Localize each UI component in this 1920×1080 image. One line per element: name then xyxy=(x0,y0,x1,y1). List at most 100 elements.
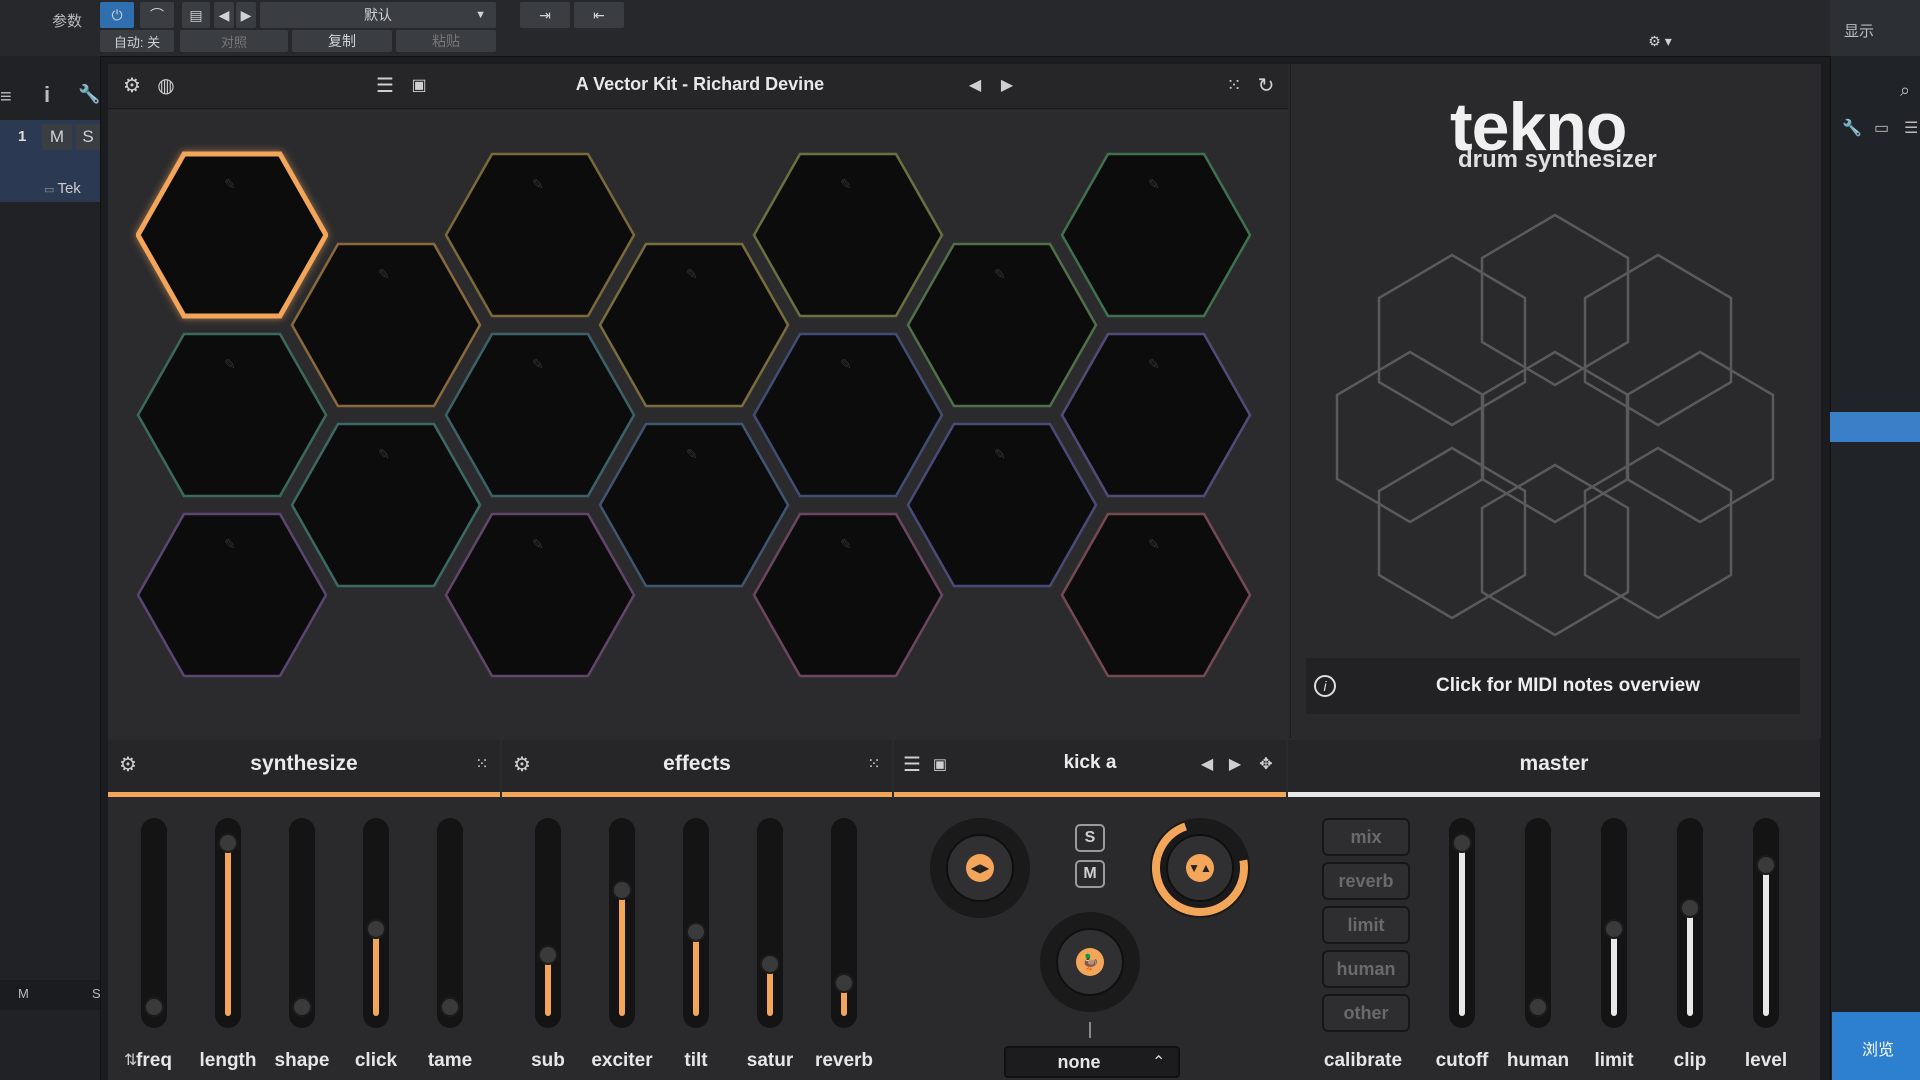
slider-handle[interactable] xyxy=(1680,898,1700,919)
pencil-icon[interactable]: ✎ xyxy=(378,446,390,463)
pad-mute-button[interactable]: M xyxy=(1075,860,1105,888)
drum-pad[interactable]: ✎ xyxy=(1060,330,1252,500)
list-icon[interactable]: ≡ xyxy=(0,86,12,109)
bottom-solo-label[interactable]: S xyxy=(92,986,101,1001)
master-toggle-mix[interactable]: mix xyxy=(1322,818,1410,856)
slider-length[interactable] xyxy=(215,818,241,1028)
drum-pad[interactable]: ✎ xyxy=(136,510,328,680)
pad-move-icon[interactable]: ✥ xyxy=(1254,750,1278,778)
next-preset-arrow-icon[interactable]: ▶ xyxy=(994,70,1020,100)
tools-icon[interactable]: 🔧 xyxy=(1842,118,1862,138)
slider-reverb[interactable] xyxy=(831,818,857,1028)
preset-list-icon[interactable]: ▤ xyxy=(182,2,210,28)
slider-tilt[interactable] xyxy=(683,818,709,1028)
slider-handle[interactable] xyxy=(538,944,558,965)
slider-clip[interactable] xyxy=(1677,818,1703,1028)
slider-handle[interactable] xyxy=(144,996,164,1017)
pencil-icon[interactable]: ✎ xyxy=(1148,176,1160,193)
pencil-icon[interactable]: ✎ xyxy=(840,176,852,193)
slider-handle[interactable] xyxy=(366,918,386,939)
copy-button[interactable]: 复制 xyxy=(292,30,392,52)
slider-handle[interactable] xyxy=(440,996,460,1017)
slider-handle[interactable] xyxy=(1604,918,1624,939)
prev-preset-arrow-icon[interactable]: ◀ xyxy=(962,70,988,100)
wrench-icon[interactable]: 🔧 xyxy=(78,84,100,105)
automation-icon[interactable]: ⌒ xyxy=(140,2,174,28)
master-toggle-reverb[interactable]: reverb xyxy=(1322,862,1410,900)
slider-handle[interactable] xyxy=(834,972,854,993)
browser-selected-row[interactable] xyxy=(1830,412,1920,442)
pencil-icon[interactable]: ✎ xyxy=(840,356,852,373)
drum-pad[interactable]: ✎ xyxy=(1060,510,1252,680)
pad-menu-icon[interactable]: ☰ xyxy=(900,750,924,778)
velocity-knob[interactable]: 🦆 xyxy=(1040,912,1140,1012)
slider-handle[interactable] xyxy=(1452,833,1472,854)
prev-preset-icon[interactable]: ◀ xyxy=(214,2,234,28)
pencil-icon[interactable]: ✎ xyxy=(532,176,544,193)
window-icon[interactable]: ▭ xyxy=(1874,118,1889,138)
pencil-icon[interactable]: ✎ xyxy=(532,536,544,553)
power-button[interactable]: ⏻ xyxy=(100,2,134,28)
pencil-icon[interactable]: ✎ xyxy=(994,266,1006,283)
menu-icon[interactable]: ☰ xyxy=(1904,118,1918,138)
slider-level[interactable] xyxy=(1753,818,1779,1028)
pencil-icon[interactable]: ✎ xyxy=(1148,536,1160,553)
slider-shape[interactable] xyxy=(289,818,315,1028)
show-button[interactable]: 显示 xyxy=(1830,0,1920,56)
pencil-icon[interactable]: ✎ xyxy=(224,356,236,373)
pad-solo-button[interactable]: S xyxy=(1075,824,1105,852)
paste-button[interactable]: 粘贴 xyxy=(396,30,496,52)
slider-limit[interactable] xyxy=(1601,818,1627,1028)
effects-randomize-icon[interactable]: ⁙ xyxy=(862,750,886,778)
pencil-icon[interactable]: ✎ xyxy=(686,446,698,463)
synthesize-randomize-icon[interactable]: ⁙ xyxy=(470,750,494,778)
slider-handle[interactable] xyxy=(292,996,312,1017)
slider-freq[interactable] xyxy=(141,818,167,1028)
bottom-mute-label[interactable]: M xyxy=(18,986,29,1001)
slider-handle[interactable] xyxy=(760,953,780,974)
slider-cutoff[interactable] xyxy=(1449,818,1475,1028)
slider-handle[interactable] xyxy=(218,833,238,854)
slider-handle[interactable] xyxy=(686,922,706,943)
pencil-icon[interactable]: ✎ xyxy=(224,176,236,193)
sidechain-icon[interactable]: ⇤ xyxy=(574,2,624,28)
drum-pad[interactable]: ✎ xyxy=(752,510,944,680)
browse-button[interactable]: 浏览 xyxy=(1832,1012,1920,1080)
midi-overview-button[interactable]: i Click for MIDI notes overview xyxy=(1306,658,1800,714)
slider-human[interactable] xyxy=(1525,818,1551,1028)
slider-satur[interactable] xyxy=(757,818,783,1028)
hamburger-menu-icon[interactable]: ☰ xyxy=(372,70,398,100)
pencil-icon[interactable]: ✎ xyxy=(994,446,1006,463)
preset-dropdown[interactable]: 默认 ▼ xyxy=(260,2,496,28)
randomize-dice-icon[interactable]: ⁙ xyxy=(1220,70,1248,100)
slider-exciter[interactable] xyxy=(609,818,635,1028)
save-icon[interactable]: ▣ xyxy=(406,70,432,100)
slider-sub[interactable] xyxy=(535,818,561,1028)
track-mute-button[interactable]: M xyxy=(42,124,72,150)
pencil-icon[interactable]: ✎ xyxy=(840,536,852,553)
drum-pad[interactable]: ✎ xyxy=(1060,150,1252,320)
slider-tame[interactable] xyxy=(437,818,463,1028)
effects-gear-icon[interactable]: ⚙ xyxy=(510,750,534,778)
search-icon[interactable]: ⌕ xyxy=(1900,80,1910,101)
next-pad-arrow-icon[interactable]: ▶ xyxy=(1224,750,1246,778)
auto-off-button[interactable]: 自动: 关 xyxy=(100,30,174,52)
globe-icon[interactable]: ◍ xyxy=(152,70,180,100)
next-preset-icon[interactable]: ▶ xyxy=(236,2,256,28)
pad-save-icon[interactable]: ▣ xyxy=(928,750,952,778)
pitch-knob[interactable]: ▼▲ xyxy=(1150,818,1250,918)
preset-name[interactable]: A Vector Kit - Richard Devine xyxy=(500,74,900,95)
compare-button[interactable]: 对照 xyxy=(180,30,288,52)
synthesize-gear-icon[interactable]: ⚙ xyxy=(116,750,140,778)
drum-pad[interactable]: ✎ xyxy=(444,510,636,680)
pencil-icon[interactable]: ✎ xyxy=(532,356,544,373)
slider-handle[interactable] xyxy=(612,879,632,900)
master-toggle-limit[interactable]: limit xyxy=(1322,906,1410,944)
pencil-icon[interactable]: ✎ xyxy=(686,266,698,283)
info-icon[interactable]: i xyxy=(44,82,50,108)
track-solo-button[interactable]: S xyxy=(76,124,100,150)
pencil-icon[interactable]: ✎ xyxy=(1148,356,1160,373)
master-toggle-human[interactable]: human xyxy=(1322,950,1410,988)
pencil-icon[interactable]: ✎ xyxy=(378,266,390,283)
route-icon[interactable]: ⇥ xyxy=(520,2,570,28)
